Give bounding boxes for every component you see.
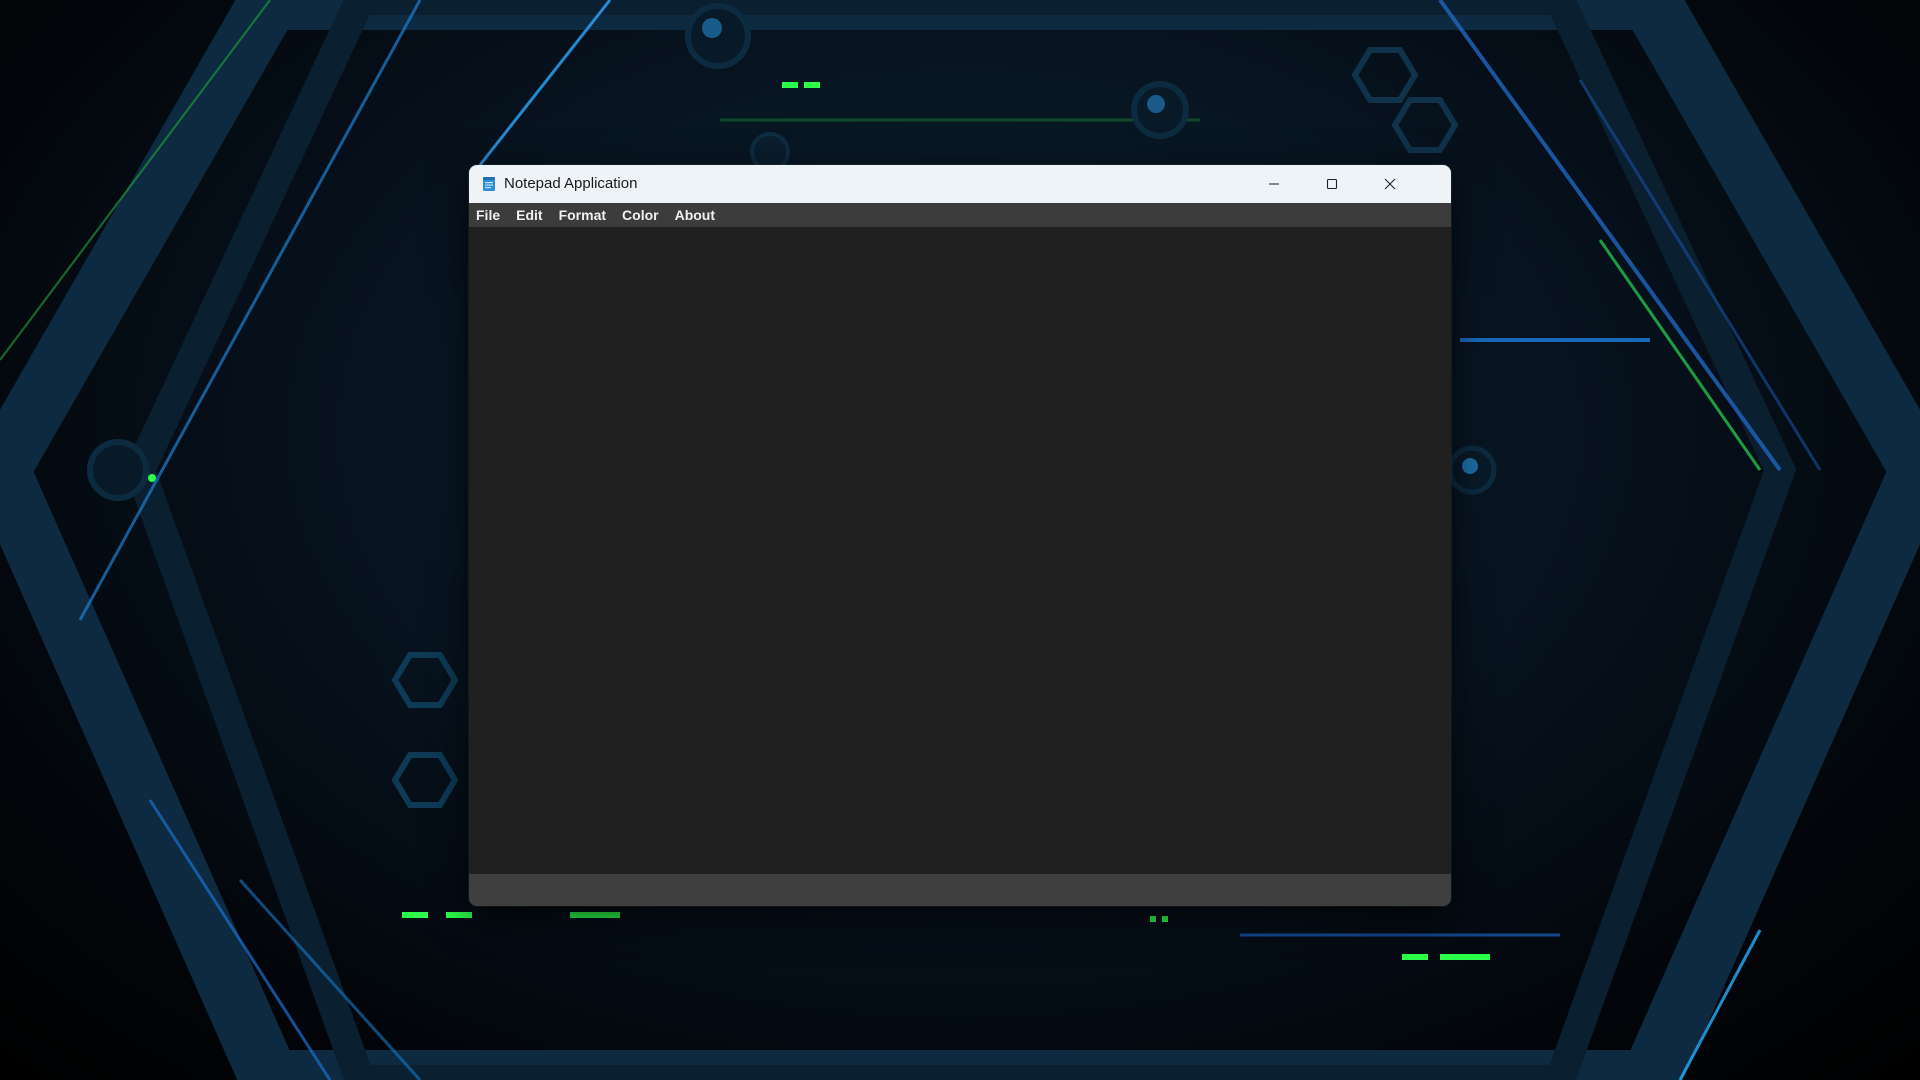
notepad-icon <box>481 176 497 192</box>
maximize-icon <box>1326 178 1338 190</box>
desktop: Notepad Application File Edit Format Col… <box>0 0 1920 1080</box>
menu-color[interactable]: Color <box>622 203 659 227</box>
text-editor[interactable] <box>469 227 1451 874</box>
notepad-window[interactable]: Notepad Application File Edit Format Col… <box>469 165 1451 906</box>
minimize-icon <box>1268 178 1280 190</box>
close-icon <box>1384 178 1396 190</box>
menu-format[interactable]: Format <box>559 203 606 227</box>
menu-edit[interactable]: Edit <box>516 203 542 227</box>
menu-about[interactable]: About <box>675 203 715 227</box>
title-bar[interactable]: Notepad Application <box>469 165 1451 203</box>
minimize-button[interactable] <box>1245 165 1303 203</box>
status-bar <box>469 874 1451 906</box>
close-button[interactable] <box>1361 165 1419 203</box>
maximize-button[interactable] <box>1303 165 1361 203</box>
window-title: Notepad Application <box>504 175 638 192</box>
menu-file[interactable]: File <box>476 203 500 227</box>
menu-bar: File Edit Format Color About <box>469 203 1451 227</box>
